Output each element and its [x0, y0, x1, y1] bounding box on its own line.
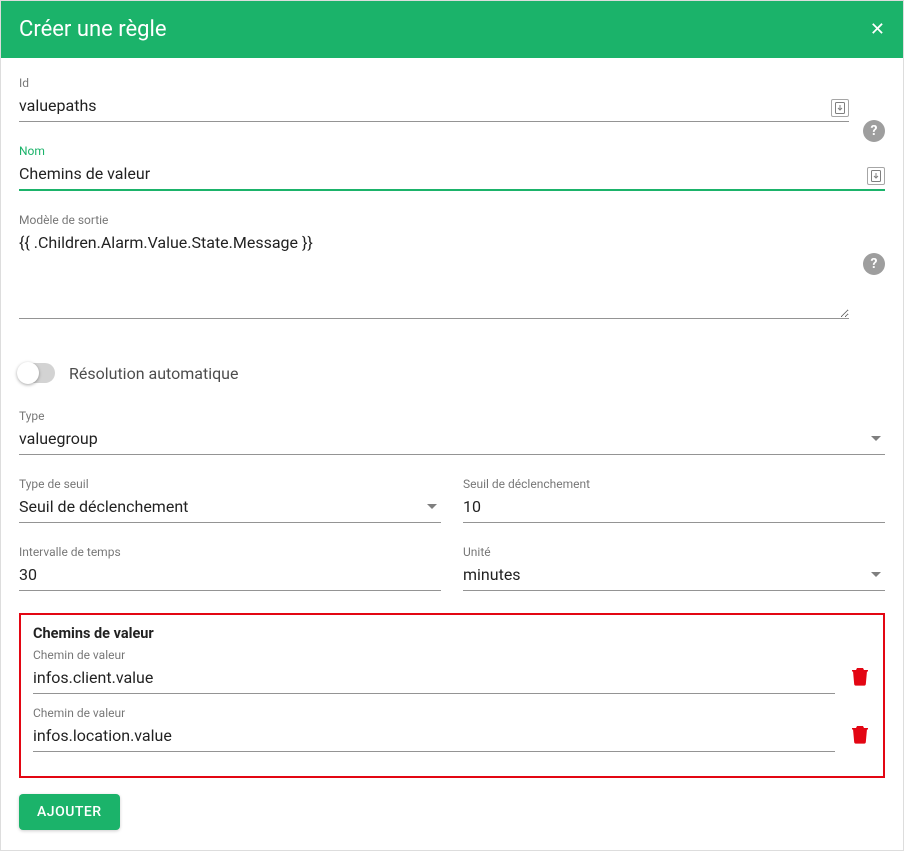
value-path-row: Chemin de valeur	[33, 706, 871, 752]
threshold-type-label: Type de seuil	[19, 477, 441, 491]
value-paths-panel: Chemins de valeur Chemin de valeur Chemi…	[19, 613, 885, 778]
type-select[interactable]: valuegroup	[19, 425, 885, 455]
unit-field: Unité minutes	[463, 545, 885, 591]
value-path-input[interactable]	[33, 722, 835, 751]
unit-label: Unité	[463, 545, 885, 559]
toggle-knob	[17, 362, 39, 384]
output-model-label: Modèle de sortie	[19, 213, 849, 227]
delete-path-button[interactable]	[849, 722, 871, 750]
modal-body: Id ? Nom Modèle de	[1, 58, 903, 850]
unit-value: minutes	[463, 565, 871, 584]
input-suffix-icon	[831, 99, 849, 117]
trigger-threshold-input[interactable]	[463, 493, 885, 522]
chevron-down-icon	[871, 436, 881, 441]
help-icon[interactable]: ?	[863, 253, 885, 275]
time-interval-input[interactable]	[19, 561, 441, 590]
type-field: Type valuegroup	[19, 409, 885, 455]
create-rule-modal: Créer une règle ✕ Id ? Nom	[0, 0, 904, 851]
threshold-type-value: Seuil de déclenchement	[19, 497, 427, 516]
close-icon: ✕	[870, 19, 885, 40]
id-field: Id	[19, 76, 849, 122]
time-interval-field: Intervalle de temps	[19, 545, 441, 591]
add-button[interactable]: AJOUTER	[19, 794, 120, 830]
trigger-threshold-label: Seuil de déclenchement	[463, 477, 885, 491]
input-suffix-icon	[867, 167, 885, 185]
trash-icon	[851, 724, 869, 744]
modal-header: Créer une règle ✕	[1, 1, 903, 58]
name-field: Nom	[19, 144, 885, 191]
value-path-row: Chemin de valeur	[33, 648, 871, 694]
auto-resolution-label: Résolution automatique	[69, 364, 238, 383]
value-path-label: Chemin de valeur	[33, 648, 835, 662]
output-model-textarea[interactable]	[19, 229, 849, 319]
id-input[interactable]	[19, 92, 825, 121]
unit-select[interactable]: minutes	[463, 561, 885, 591]
auto-resolution-row: Résolution automatique	[19, 363, 885, 383]
value-paths-title: Chemins de valeur	[33, 625, 871, 642]
name-input[interactable]	[19, 160, 861, 189]
auto-resolution-toggle[interactable]	[19, 363, 55, 383]
trash-icon	[851, 666, 869, 686]
value-path-input[interactable]	[33, 664, 835, 693]
help-icon[interactable]: ?	[863, 120, 885, 142]
trigger-threshold-field: Seuil de déclenchement	[463, 477, 885, 523]
value-path-label: Chemin de valeur	[33, 706, 835, 720]
type-value: valuegroup	[19, 429, 871, 448]
delete-path-button[interactable]	[849, 664, 871, 692]
type-label: Type	[19, 409, 885, 423]
chevron-down-icon	[427, 504, 437, 509]
name-label: Nom	[19, 144, 885, 158]
modal-title: Créer une règle	[19, 17, 167, 42]
close-button[interactable]: ✕	[870, 21, 885, 39]
chevron-down-icon	[871, 572, 881, 577]
time-interval-label: Intervalle de temps	[19, 545, 441, 559]
id-label: Id	[19, 76, 849, 90]
threshold-type-field: Type de seuil Seuil de déclenchement	[19, 477, 441, 523]
threshold-type-select[interactable]: Seuil de déclenchement	[19, 493, 441, 523]
output-model-field: Modèle de sortie	[19, 213, 849, 323]
